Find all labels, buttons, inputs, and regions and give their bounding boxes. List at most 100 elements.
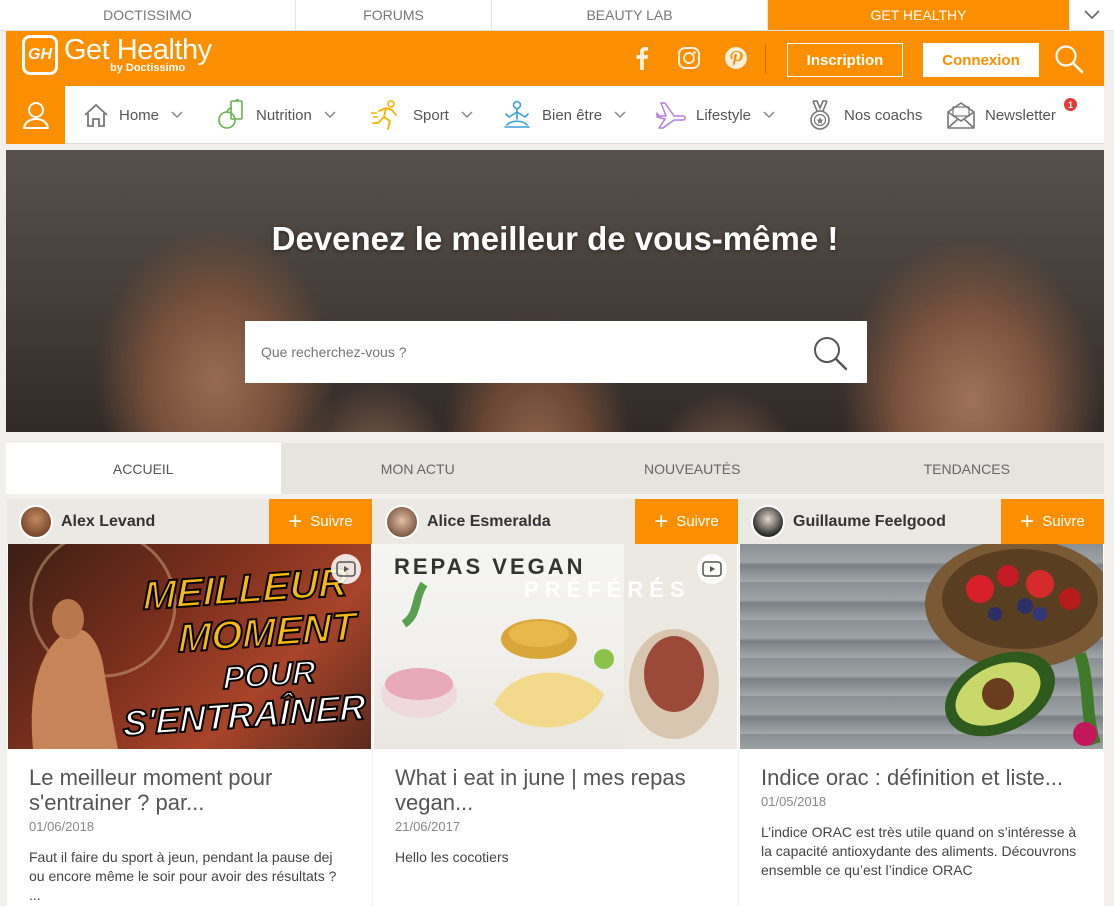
- article-title[interactable]: Indice orac : définition et liste...: [761, 765, 1082, 790]
- thumbnail-text: REPAS VEGAN: [394, 554, 586, 579]
- envelope-icon: [947, 102, 975, 129]
- article-card[interactable]: Alice Esmeralda + Suivre REPAS VEGAN PRÉF…: [373, 499, 738, 906]
- tab-beauty-lab[interactable]: BEAUTY LAB: [492, 0, 768, 30]
- tab-tendances[interactable]: TENDANCES: [830, 443, 1105, 494]
- newsletter-badge: 1: [1064, 98, 1077, 111]
- thumbnail-artwork: MEILLEUR MOMENT POUR S'ENTRAÎNER: [29, 544, 367, 749]
- header-divider: [765, 44, 766, 74]
- card-author-bar: Alex Levand + Suivre: [7, 499, 372, 544]
- nav-item-label: Bien être: [542, 106, 603, 124]
- more-sites-button[interactable]: [1070, 0, 1114, 30]
- article-date: 01/06/2018: [29, 819, 95, 834]
- tab-accueil[interactable]: ACCUEIL: [6, 443, 281, 494]
- chevron-down-icon: [461, 111, 473, 119]
- hero-title: Devenez le meilleur de vous-même !: [271, 220, 839, 257]
- article-date: 01/05/2018: [761, 794, 827, 809]
- chevron-down-icon: [171, 111, 183, 119]
- chevron-down-icon: [763, 111, 775, 119]
- search-icon: [814, 337, 848, 371]
- nav-item-label: Nos coachs: [844, 106, 923, 124]
- tab-get-healthy[interactable]: GET HEALTHY: [768, 0, 1070, 30]
- article-thumbnail[interactable]: REPAS VEGAN PRÉFÉRÉS: [374, 544, 737, 749]
- hero-search-box: [245, 321, 867, 383]
- article-date: 21/06/2017: [395, 819, 461, 834]
- instagram-icon: [678, 47, 700, 69]
- hero-banner: Devenez le meilleur de vous-même !: [6, 150, 1104, 432]
- follow-label: Suivre: [310, 513, 353, 530]
- author-name[interactable]: Guillaume Feelgood: [793, 513, 946, 531]
- avatar[interactable]: [19, 504, 53, 539]
- article-thumbnail[interactable]: MEILLEUR MOMENT POUR S'ENTRAÎNER: [8, 544, 371, 749]
- site-switcher-bar: DOCTISSIMO FORUMS BEAUTY LAB GET HEALTHY: [0, 0, 1114, 31]
- site-logo[interactable]: GH Get Healthy by Doctissimo: [22, 35, 212, 75]
- inscription-button[interactable]: Inscription: [787, 43, 903, 77]
- article-excerpt: Hello les cocotiers: [395, 849, 509, 865]
- user-icon: [22, 102, 49, 129]
- video-indicator: [331, 554, 361, 584]
- follow-label: Suivre: [676, 513, 719, 530]
- instagram-link[interactable]: [674, 43, 704, 73]
- thumbnail-artwork: [925, 544, 1103, 746]
- avatar[interactable]: [751, 504, 785, 539]
- nav-item-nos-coachs[interactable]: Nos coachs: [805, 86, 922, 144]
- nav-item-label: Lifestyle: [696, 106, 752, 124]
- article-excerpt: Faut il faire du sport à jeun, pendant l…: [29, 849, 337, 903]
- article-title[interactable]: Le meilleur moment pour s'entrainer ? pa…: [29, 765, 350, 815]
- chevron-down-icon: [1084, 10, 1100, 20]
- follow-button[interactable]: + Suivre: [269, 499, 372, 544]
- chevron-down-icon: [324, 111, 336, 119]
- nav-item-lifestyle[interactable]: Lifestyle: [655, 86, 775, 144]
- tab-doctissimo[interactable]: DOCTISSIMO: [0, 0, 296, 30]
- video-icon: [336, 561, 356, 577]
- running-icon: [371, 100, 397, 130]
- main-navigation: Home Nutrition Sport Bien être Lifestyle…: [6, 86, 1104, 144]
- chevron-down-icon: [614, 111, 626, 119]
- card-author-bar: Guillaume Feelgood + Suivre: [739, 499, 1104, 544]
- hero-search-button[interactable]: [811, 334, 849, 377]
- article-card[interactable]: Guillaume Feelgood + Suivre Indice orac :…: [739, 499, 1104, 906]
- meditation-icon: [504, 100, 530, 128]
- site-header: GH Get Healthy by Doctissimo Inscription…: [6, 31, 1104, 86]
- article-card[interactable]: Alex Levand + Suivre MEILLEUR MOMENT POUR…: [7, 499, 372, 906]
- nav-item-label: Newsletter: [985, 106, 1056, 124]
- medal-icon: [810, 100, 830, 130]
- nav-item-sport[interactable]: Sport: [370, 86, 473, 144]
- thumbnail-artwork: REPAS VEGAN PRÉFÉRÉS: [381, 544, 737, 749]
- pinterest-link[interactable]: [721, 43, 751, 73]
- nav-item-newsletter[interactable]: Newsletter 1: [946, 86, 1077, 144]
- video-icon: [702, 561, 722, 577]
- facebook-link[interactable]: [627, 43, 657, 73]
- header-search-button[interactable]: [1053, 43, 1085, 75]
- hero-photo-overlay: [6, 150, 1104, 432]
- connexion-button[interactable]: Connexion: [923, 43, 1039, 77]
- author-name[interactable]: Alex Levand: [61, 513, 155, 531]
- nav-item-nutrition[interactable]: Nutrition: [217, 86, 336, 144]
- nav-item-bien-etre[interactable]: Bien être: [501, 86, 626, 144]
- hero-search-input[interactable]: [261, 344, 781, 360]
- tab-forums[interactable]: FORUMS: [296, 0, 492, 30]
- tab-mon-actu[interactable]: MON ACTU: [281, 443, 556, 494]
- nav-item-home[interactable]: Home: [82, 86, 183, 144]
- pinterest-icon: [725, 47, 747, 69]
- thumbnail-text: S'ENTRAÎNER: [123, 685, 366, 744]
- nav-item-label: Nutrition: [256, 106, 312, 124]
- home-icon: [84, 103, 108, 127]
- logo-title: Get Healthy: [64, 34, 212, 66]
- tab-nouveautes[interactable]: NOUVEAUTÉS: [555, 443, 830, 494]
- facebook-icon: [636, 47, 648, 70]
- author-name[interactable]: Alice Esmeralda: [427, 513, 551, 531]
- nav-item-label: Home: [119, 106, 160, 124]
- article-thumbnail[interactable]: [740, 544, 1103, 749]
- follow-button[interactable]: + Suivre: [635, 499, 738, 544]
- follow-label: Suivre: [1042, 513, 1085, 530]
- feed-tabs: ACCUEIL MON ACTU NOUVEAUTÉS TENDANCES: [6, 443, 1104, 494]
- search-icon: [1055, 45, 1084, 74]
- account-button[interactable]: [6, 86, 65, 144]
- follow-button[interactable]: + Suivre: [1001, 499, 1104, 544]
- plus-icon: +: [288, 507, 303, 535]
- nutrition-icon: [218, 99, 243, 129]
- article-title[interactable]: What i eat in june | mes repas vegan...: [395, 765, 716, 815]
- plus-icon: +: [654, 507, 669, 535]
- thumbnail-text: PRÉFÉRÉS: [524, 577, 691, 602]
- avatar[interactable]: [385, 504, 419, 539]
